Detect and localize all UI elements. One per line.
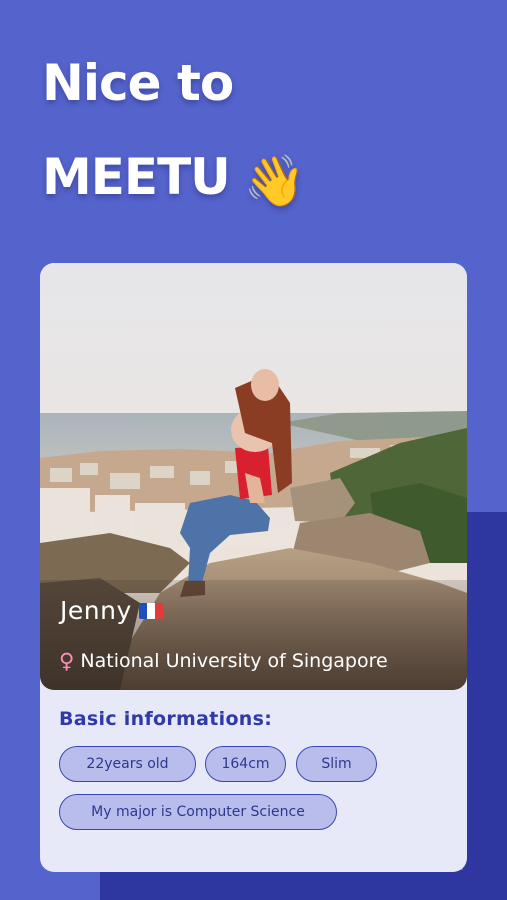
headline-brand: MEETU [42, 148, 231, 206]
page-headline: Nice to MEETU 👋 [42, 36, 306, 224]
tag-age[interactable]: 22years old [59, 746, 196, 782]
female-icon: ♀ [59, 649, 75, 673]
background-accent-right [463, 512, 507, 900]
profile-name-row: Jenny [60, 596, 163, 625]
headline-line-2: MEETU 👋 [42, 130, 306, 224]
background-accent-bottom [100, 870, 507, 900]
basic-info-title: Basic informations: [59, 708, 273, 730]
profile-school: National University of Singapore [80, 650, 388, 672]
tag-height[interactable]: 164cm [205, 746, 286, 782]
waving-hand-icon: 👋 [243, 151, 306, 210]
france-flag-icon [138, 602, 163, 619]
tag-body-type[interactable]: Slim [296, 746, 377, 782]
tag-major[interactable]: My major is Computer Science [59, 794, 337, 830]
profile-card[interactable]: Jenny ♀ National University of Singapore… [40, 263, 467, 872]
profile-school-row: ♀ National University of Singapore [59, 649, 388, 673]
profile-name: Jenny [60, 596, 132, 625]
profile-photo[interactable]: Jenny ♀ National University of Singapore [40, 263, 467, 690]
headline-line-1: Nice to [42, 54, 234, 112]
